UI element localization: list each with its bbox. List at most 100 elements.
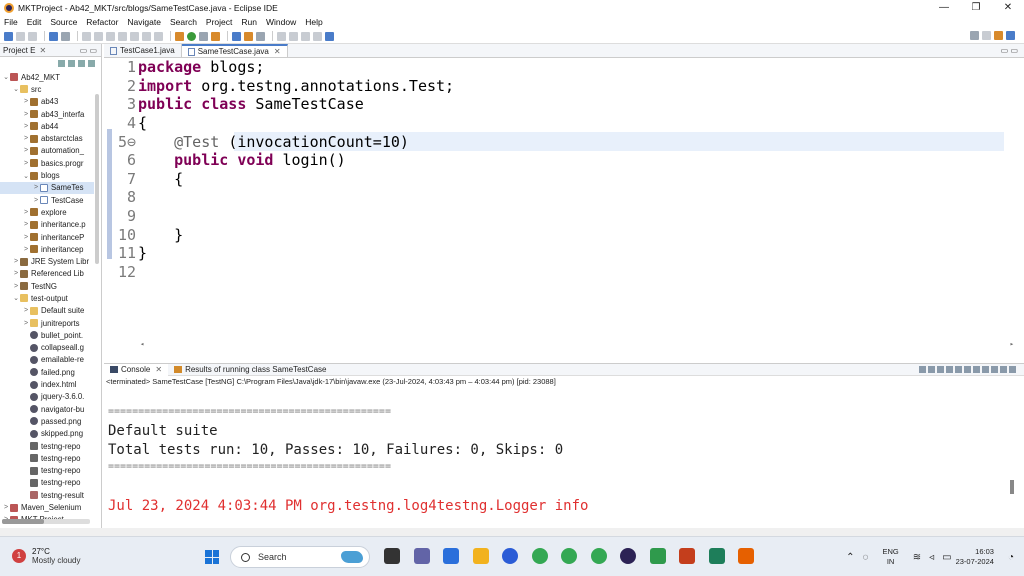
taskbar-app-icon[interactable] (679, 548, 695, 564)
minimize-maximize-icon[interactable]: ▭ ▭ (80, 46, 97, 55)
close-icon[interactable]: ✕ (39, 46, 46, 55)
show-hidden-icons-icon[interactable]: ⌃ (846, 552, 854, 563)
tree-item[interactable]: > Referenced Lib (0, 268, 94, 280)
code-line[interactable]: 4{ (104, 114, 1004, 133)
terminal-icon[interactable] (49, 31, 58, 41)
remove-all-icon[interactable] (937, 366, 944, 373)
taskbar-app-icon[interactable] (708, 548, 725, 564)
close-button[interactable]: ✕ (992, 0, 1024, 15)
open-type-icon[interactable] (244, 31, 253, 41)
expand-arrow-icon[interactable]: > (22, 147, 30, 154)
quick-search-icon[interactable] (970, 31, 979, 40)
code-line[interactable]: 1 package blogs; (104, 58, 1004, 77)
code-line[interactable]: 8 (104, 188, 1004, 207)
code-line[interactable]: 6 public void login() (104, 151, 1004, 170)
tree-item[interactable]: ⌄ blogs (0, 169, 94, 181)
tree-item[interactable]: ⌄ src (0, 83, 94, 95)
close-tab-icon[interactable]: ✕ (155, 365, 162, 374)
editor-horizontal-scrollbar[interactable]: ◂ ▸ (134, 340, 1014, 348)
new-icon[interactable] (4, 31, 13, 41)
tab-testcase1[interactable]: TestCase1.java (104, 44, 182, 57)
menu-source[interactable]: Source (50, 17, 77, 27)
expand-arrow-icon[interactable]: > (32, 184, 40, 191)
tree-item[interactable]: > SameTes (0, 181, 94, 194)
project-explorer-tab[interactable]: Project E ✕ ▭ ▭ (0, 44, 101, 57)
tree-item[interactable]: > TestCase (0, 194, 94, 206)
save-all-icon[interactable] (28, 31, 37, 41)
expand-arrow-icon[interactable]: ⌄ (2, 73, 10, 81)
close-tab-icon[interactable]: ✕ (274, 47, 281, 56)
wifi-icon[interactable]: ≋ (913, 552, 921, 563)
tree-item[interactable]: > TestNG (0, 280, 94, 292)
save-icon[interactable] (16, 31, 25, 41)
tree-item[interactable]: emailable-re (0, 354, 94, 366)
maximize-button[interactable]: ❐ (960, 0, 992, 15)
code-line[interactable]: 10 } (104, 225, 1004, 244)
tree-item[interactable]: > abstarctclas (0, 132, 94, 144)
menu-window[interactable]: Window (266, 17, 296, 27)
tree-item[interactable]: testng-repo (0, 465, 94, 477)
tree-item[interactable]: passed.png (0, 415, 94, 427)
explorer-horizontal-scrollbar[interactable] (2, 519, 90, 524)
debug-icon[interactable] (175, 31, 184, 41)
clock[interactable]: 16:03 23-07-2024 (956, 547, 994, 567)
expand-arrow-icon[interactable]: > (22, 98, 30, 105)
tree-item[interactable]: > basics.progr (0, 157, 94, 169)
remove-launch-icon[interactable] (928, 366, 935, 373)
tree-item[interactable]: > inheritanceP (0, 231, 94, 243)
explorer-vertical-scrollbar[interactable] (95, 94, 99, 264)
pin-editor-icon[interactable] (325, 31, 334, 41)
skip-breakpoints-icon[interactable] (82, 31, 91, 41)
tab-testng-results[interactable]: Results of running class SameTestCase (168, 364, 332, 376)
expand-arrow-icon[interactable]: ⌄ (22, 172, 30, 180)
code-line[interactable]: 5⊖ @Test (invocationCount=10) (104, 132, 1004, 151)
expand-arrow-icon[interactable]: > (12, 258, 20, 265)
console-output[interactable]: ========================================… (104, 390, 1014, 528)
tree-item[interactable]: jquery-3.6.0. (0, 391, 94, 403)
step-return-icon[interactable] (154, 31, 163, 41)
menu-run[interactable]: Run (241, 17, 257, 27)
taskbar-app-icon[interactable] (472, 548, 489, 564)
link-editor-icon[interactable] (68, 59, 75, 67)
volume-icon[interactable]: ◃ (929, 552, 934, 563)
forward-icon[interactable] (313, 31, 322, 41)
tab-sametestcase[interactable]: SameTestCase.java ✕ (181, 44, 288, 57)
taskbar-search[interactable]: Search (230, 546, 370, 568)
expand-arrow-icon[interactable]: > (22, 209, 30, 216)
tree-item[interactable]: testng-repo (0, 477, 94, 489)
collapse-all-icon[interactable] (58, 59, 65, 67)
code-editor[interactable]: 1 package blogs; 2 import org.testng.annota… (104, 58, 1014, 348)
code-line[interactable]: 3 public class SameTestCase (104, 95, 1004, 114)
taskbar-app-icon[interactable] (620, 548, 636, 564)
back-icon[interactable] (301, 31, 310, 41)
open-console-icon[interactable] (1000, 366, 1007, 373)
menu-navigate[interactable]: Navigate (127, 17, 161, 27)
suspend-icon[interactable] (106, 31, 115, 41)
tree-item[interactable]: > automation_ (0, 145, 94, 157)
taskbar-app-icon[interactable] (561, 548, 577, 564)
battery-icon[interactable]: ▭ (942, 552, 951, 563)
search-tool-icon[interactable] (256, 31, 265, 41)
tree-item[interactable]: > Default suite (0, 305, 94, 317)
expand-arrow-icon[interactable]: > (12, 270, 20, 277)
tree-item[interactable]: > inheritance.p (0, 219, 94, 231)
taskbar-app-icon[interactable] (384, 548, 400, 564)
minimize-button[interactable]: — (928, 0, 960, 15)
show-on-output-icon[interactable] (973, 366, 980, 373)
tree-item[interactable]: > JRE System Libr (0, 255, 94, 267)
tree-item[interactable]: > ab43 (0, 96, 94, 108)
menu-project[interactable]: Project (206, 17, 232, 27)
taskbar-app-icon[interactable] (590, 548, 607, 564)
console-vertical-scrollbar[interactable] (1010, 480, 1014, 494)
expand-arrow-icon[interactable]: > (2, 504, 10, 511)
external-tools-icon[interactable] (211, 31, 220, 41)
menu-refactor[interactable]: Refactor (86, 17, 118, 27)
expand-arrow-icon[interactable]: > (22, 135, 30, 142)
tree-item[interactable]: navigator-bu (0, 403, 94, 415)
tree-item[interactable]: ⌄ test-output (0, 292, 94, 304)
tree-item[interactable]: > ab44 (0, 120, 94, 132)
tree-item[interactable]: collapseall.g (0, 342, 94, 354)
code-line[interactable]: 12 (104, 263, 1004, 282)
taskbar-app-icon[interactable] (502, 548, 518, 564)
new-java-project-icon[interactable] (232, 31, 241, 41)
